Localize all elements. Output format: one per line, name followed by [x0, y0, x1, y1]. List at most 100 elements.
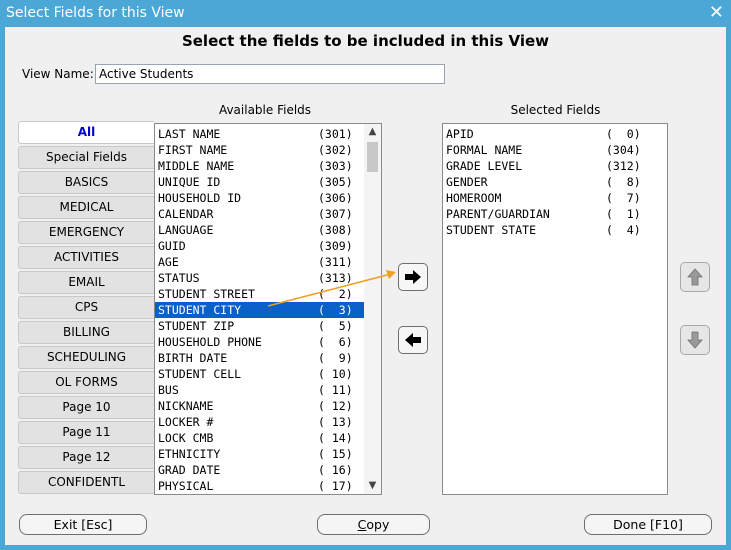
available-field-row[interactable]: ETHNICITY ( 15) — [155, 446, 364, 462]
copy-label-rest: opy — [366, 517, 390, 532]
tab-special-fields[interactable]: Special Fields — [18, 146, 154, 169]
selected-field-row[interactable]: GENDER ( 8) — [443, 174, 667, 190]
field-name: BUS — [158, 383, 179, 397]
field-code: ( 15) — [318, 447, 353, 461]
available-field-row[interactable]: BIRTH DATE ( 9) — [155, 350, 364, 366]
available-field-row[interactable]: STATUS (313) — [155, 270, 364, 286]
available-field-row[interactable]: GUID (309) — [155, 238, 364, 254]
field-name: PHYSICAL — [158, 479, 214, 493]
done-button[interactable]: Done [F10] — [584, 514, 712, 535]
field-name: HOMEROOM — [446, 191, 502, 205]
selected-field-row[interactable]: APID ( 0) — [443, 126, 667, 142]
field-code: ( 2) — [318, 287, 353, 301]
tab-basics[interactable]: BASICS — [18, 171, 154, 194]
field-code: ( 14) — [318, 431, 353, 445]
field-name: UNIQUE ID — [158, 175, 221, 189]
view-name-input[interactable] — [95, 64, 445, 84]
field-code: ( 17) — [318, 479, 353, 493]
tab-confidentl[interactable]: CONFIDENTL — [18, 471, 154, 494]
field-name: HOUSEHOLD PHONE — [158, 335, 262, 349]
field-name: STATUS — [158, 271, 200, 285]
field-name: LAST NAME — [158, 127, 221, 141]
available-field-row[interactable]: LAST NAME (301) — [155, 126, 364, 142]
dialog-heading: Select the fields to be included in this… — [181, 32, 550, 50]
tab-scheduling[interactable]: SCHEDULING — [18, 346, 154, 369]
field-code: (312) — [606, 159, 641, 173]
field-code: ( 13) — [318, 415, 353, 429]
field-code: (304) — [606, 143, 641, 157]
available-field-row[interactable]: MIDDLE NAME (303) — [155, 158, 364, 174]
tab-email[interactable]: EMAIL — [18, 271, 154, 294]
field-code: (302) — [318, 143, 353, 157]
tab-ol-forms[interactable]: OL FORMS — [18, 371, 154, 394]
field-name: STUDENT CITY — [158, 303, 242, 317]
available-field-row[interactable]: HOUSEHOLD ID (306) — [155, 190, 364, 206]
move-down-button[interactable] — [680, 325, 710, 355]
dialog-window: Select Fields for this View ✕ Select the… — [0, 0, 731, 550]
field-code: (313) — [318, 271, 353, 285]
tab-cps[interactable]: CPS — [18, 296, 154, 319]
field-code: (301) — [318, 127, 353, 141]
selected-field-row[interactable]: GRADE LEVEL (312) — [443, 158, 667, 174]
available-field-row[interactable]: NICKNAME ( 12) — [155, 398, 364, 414]
available-field-row[interactable]: STUDENT CELL ( 10) — [155, 366, 364, 382]
available-fields-list[interactable]: LAST NAME (301) FIRST NAME (302) MIDDLE NAME… — [154, 123, 382, 495]
available-field-row[interactable]: HOUSEHOLD PHONE ( 6) — [155, 334, 364, 350]
field-name: NICKNAME — [158, 399, 214, 413]
view-name-label: View Name: — [22, 67, 94, 81]
remove-field-button[interactable] — [398, 326, 428, 354]
scroll-thumb[interactable] — [367, 142, 378, 172]
available-field-row[interactable]: STUDENT CITY ( 3) — [155, 302, 364, 318]
available-field-row[interactable]: STUDENT STREET ( 2) — [155, 286, 364, 302]
copy-button[interactable]: Copy — [317, 514, 430, 535]
field-code: (308) — [318, 223, 353, 237]
selected-field-row[interactable]: FORMAL NAME (304) — [443, 142, 667, 158]
available-field-row[interactable]: BUS ( 11) — [155, 382, 364, 398]
available-fields-scrollbar[interactable]: ▲ ▼ — [364, 124, 381, 494]
arrow-left-icon — [405, 333, 421, 347]
tab-page-11[interactable]: Page 11 — [18, 421, 154, 444]
tab-activities[interactable]: ACTIVITIES — [18, 246, 154, 269]
field-code: ( 4) — [606, 223, 641, 237]
tab-page-12[interactable]: Page 12 — [18, 446, 154, 469]
available-field-row[interactable]: PHYSICAL ( 17) — [155, 478, 364, 494]
available-field-row[interactable]: CALENDAR (307) — [155, 206, 364, 222]
field-name: BIRTH DATE — [158, 351, 228, 365]
tab-billing[interactable]: BILLING — [18, 321, 154, 344]
close-icon[interactable]: ✕ — [709, 3, 724, 23]
available-field-row[interactable]: UNIQUE ID (305) — [155, 174, 364, 190]
field-code: ( 0) — [606, 127, 641, 141]
scroll-down-icon[interactable]: ▼ — [364, 478, 381, 494]
available-field-row[interactable]: LOCK CMB ( 14) — [155, 430, 364, 446]
field-code: ( 9) — [318, 351, 353, 365]
dialog-body: Select the fields to be included in this… — [5, 27, 726, 545]
field-code: ( 11) — [318, 383, 353, 397]
exit-button[interactable]: Exit [Esc] — [19, 514, 147, 535]
field-name: GRAD DATE — [158, 463, 221, 477]
available-field-row[interactable]: FIRST NAME (302) — [155, 142, 364, 158]
tab-medical[interactable]: MEDICAL — [18, 196, 154, 219]
tab-emergency[interactable]: EMERGENCY — [18, 221, 154, 244]
available-field-row[interactable]: GRAD DATE ( 16) — [155, 462, 364, 478]
field-name: LOCK CMB — [158, 431, 214, 445]
available-field-row[interactable]: STUDENT ZIP ( 5) — [155, 318, 364, 334]
field-code: (309) — [318, 239, 353, 253]
tab-all[interactable]: All — [18, 121, 154, 144]
selected-fields-list[interactable]: APID ( 0) FORMAL NAME (304) GRADE LEVEL (312)… — [442, 123, 668, 495]
selected-field-row[interactable]: HOMEROOM ( 7) — [443, 190, 667, 206]
window-title: Select Fields for this View — [6, 5, 185, 21]
field-name: STUDENT CELL — [158, 367, 242, 381]
move-up-button[interactable] — [680, 262, 710, 292]
available-field-row[interactable]: AGE (311) — [155, 254, 364, 270]
selected-field-row[interactable]: PARENT/GUARDIAN ( 1) — [443, 206, 667, 222]
available-field-row[interactable]: LOCKER # ( 13) — [155, 414, 364, 430]
field-name: STUDENT STATE — [446, 223, 537, 237]
selected-field-row[interactable]: STUDENT STATE ( 4) — [443, 222, 667, 238]
category-tabs: All Special Fields BASICS MEDICAL EMERGENCY A… — [18, 121, 154, 496]
available-field-row[interactable]: LANGUAGE (308) — [155, 222, 364, 238]
scroll-up-icon[interactable]: ▲ — [364, 124, 381, 140]
field-name: GUID — [158, 239, 186, 253]
add-field-button[interactable] — [398, 263, 428, 291]
tab-page-10[interactable]: Page 10 — [18, 396, 154, 419]
field-name: CALENDAR — [158, 207, 214, 221]
